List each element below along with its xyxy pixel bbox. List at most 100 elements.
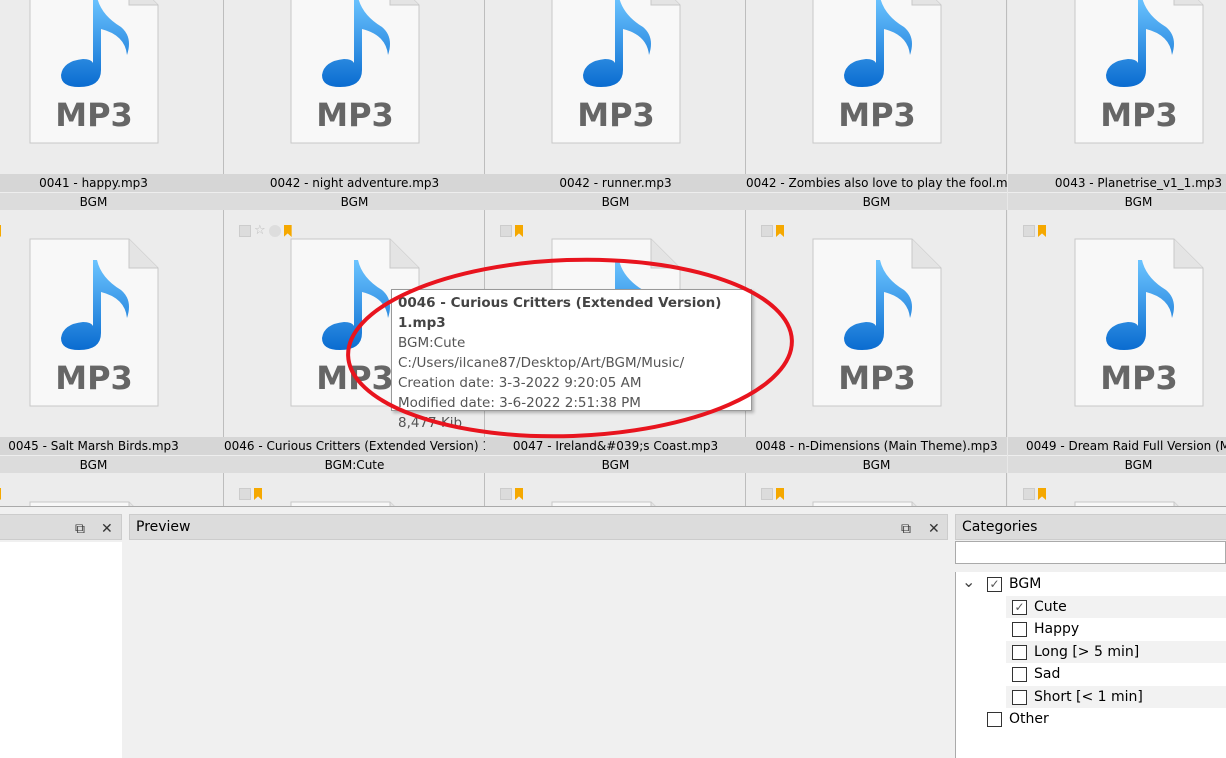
category-label: Cute [1034, 598, 1067, 615]
svg-text:MP3: MP3 [55, 359, 133, 397]
bookmark-icon[interactable] [776, 488, 784, 500]
svg-text:MP3: MP3 [1100, 96, 1178, 134]
file-category: BGM [224, 192, 485, 210]
preview-panel-header: Preview ⧉ ✕ [129, 514, 948, 540]
tooltip-path: C:/Users/ilcane87/Desktop/Art/BGM/Music/ [398, 355, 685, 371]
svg-text:MP3: MP3 [577, 96, 655, 134]
category-item[interactable]: ✓ BGM [956, 573, 1186, 595]
select-checkbox[interactable] [761, 488, 773, 500]
category-item[interactable]: Other [956, 708, 1186, 730]
tile-badges [761, 225, 784, 237]
select-checkbox[interactable] [500, 225, 512, 237]
category-tree[interactable]: ⌄ ✓ BGM ✓ Cute Happy Long [> 5 min] Sad Short [<… [955, 572, 1226, 758]
tile-badges [500, 225, 523, 237]
color-label-icon[interactable] [268, 225, 281, 237]
file-tile[interactable]: MP3 [0, 473, 224, 506]
categories-title: Categories [962, 519, 1038, 535]
file-name: 0048 - n-Dimensions (Main Theme).mp3 [746, 437, 1007, 455]
bookmark-icon[interactable] [515, 488, 523, 500]
checkbox[interactable] [1012, 644, 1027, 660]
file-tile[interactable]: MP3 0045 - Salt Marsh Birds.mp3 BGM [0, 210, 224, 473]
file-tile[interactable]: MP3 0042 - runner.mp3 BGM [485, 0, 746, 210]
file-tooltip: 0046 - Curious Critters (Extended Versio… [391, 289, 752, 431]
close-icon[interactable]: ✕ [928, 517, 940, 541]
file-tile[interactable]: MP3 [1008, 473, 1226, 506]
category-label: Short [< 1 min] [1034, 688, 1143, 705]
bookmark-icon[interactable] [776, 225, 784, 237]
tile-badges: ☆ [239, 224, 292, 237]
checkbox[interactable] [987, 712, 1002, 727]
mp3-file-icon: MP3 [290, 501, 420, 506]
checkbox-checked[interactable]: ✓ [1012, 599, 1027, 615]
file-tile[interactable]: MP3 0043 - Planetrise_v1_1.mp3 BGM [1008, 0, 1226, 210]
mp3-file-icon: MP3 [812, 501, 942, 506]
float-icon[interactable]: ⧉ [901, 517, 911, 541]
tile-badges [239, 488, 262, 500]
file-name: 0042 - Zombies also love to play the foo… [746, 174, 1007, 192]
file-category: BGM [1008, 455, 1226, 473]
tooltip-modified: Modified date: 3-6-2022 2:51:38 PM [398, 395, 641, 411]
select-checkbox[interactable] [1023, 225, 1035, 237]
mp3-file-icon: MP3 [290, 0, 420, 144]
file-tile[interactable]: MP3 [224, 473, 485, 506]
left-panel-header: ⧉ ✕ [0, 514, 122, 540]
checkbox[interactable] [1012, 622, 1027, 637]
select-checkbox[interactable] [239, 225, 251, 237]
file-name: 0047 - Ireland&#039;s Coast.mp3 [485, 437, 746, 455]
category-item[interactable]: Happy [1006, 618, 1226, 640]
file-tile[interactable]: MP3 0048 - n-Dimensions (Main Theme).mp3 B… [746, 210, 1007, 473]
category-item[interactable]: Short [< 1 min] [1006, 685, 1226, 708]
file-tile[interactable]: MP3 [746, 473, 1007, 506]
select-checkbox[interactable] [1023, 488, 1035, 500]
category-item[interactable]: ✓ Cute [1006, 595, 1226, 618]
file-name: 0046 - Curious Critters (Extended Versio… [224, 437, 485, 455]
category-item[interactable]: Long [> 5 min] [1006, 640, 1226, 663]
select-checkbox[interactable] [761, 225, 773, 237]
file-name: 0045 - Salt Marsh Birds.mp3 [0, 437, 224, 455]
category-label: Happy [1034, 621, 1080, 637]
svg-text:MP3: MP3 [1100, 359, 1178, 397]
svg-text:MP3: MP3 [55, 96, 133, 134]
file-name: 0042 - night adventure.mp3 [224, 174, 485, 192]
file-tile[interactable]: MP3 0042 - Zombies also love to play the … [746, 0, 1007, 210]
category-label: Long [> 5 min] [1034, 643, 1140, 660]
mp3-file-icon: MP3 [812, 0, 942, 144]
float-icon[interactable]: ⧉ [75, 517, 85, 541]
mp3-file-icon: MP3 [29, 238, 159, 407]
checkbox[interactable] [1012, 667, 1027, 682]
tooltip-size: 8,477 Kib [398, 415, 463, 431]
bookmark-icon[interactable] [1038, 488, 1046, 500]
preview-title: Preview [136, 519, 191, 535]
bookmark-icon[interactable] [254, 488, 262, 500]
file-tile[interactable]: MP3 0041 - happy.mp3 BGM [0, 0, 224, 210]
file-category: BGM [0, 192, 224, 210]
bookmark-icon[interactable] [0, 225, 1, 237]
left-panel [0, 542, 122, 758]
select-checkbox[interactable] [500, 488, 512, 500]
bookmark-icon[interactable] [0, 488, 1, 500]
file-tile[interactable]: MP3 0049 - Dream Raid Full Version (MockB… [1008, 210, 1226, 473]
bookmark-icon[interactable] [1038, 225, 1046, 237]
preview-panel [129, 540, 948, 758]
svg-text:MP3: MP3 [838, 96, 916, 134]
mp3-file-icon: MP3 [551, 0, 681, 144]
file-category: BGM [485, 455, 746, 473]
file-tile[interactable]: MP3 0042 - night adventure.mp3 BGM [224, 0, 485, 210]
mp3-file-icon: MP3 [1074, 0, 1204, 144]
mp3-file-icon: MP3 [29, 0, 159, 144]
mp3-file-icon: MP3 [551, 501, 681, 506]
file-tile[interactable]: MP3 [485, 473, 746, 506]
file-category: BGM [485, 192, 746, 210]
bookmark-icon[interactable] [283, 225, 292, 237]
close-icon[interactable]: ✕ [101, 517, 113, 541]
tile-badges [761, 488, 784, 500]
category-item[interactable]: Sad [1006, 663, 1226, 685]
category-search-input[interactable] [955, 541, 1226, 564]
checkbox[interactable] [1012, 689, 1027, 705]
file-name: 0049 - Dream Raid Full Version (Mock [1008, 437, 1226, 455]
bookmark-icon[interactable] [515, 225, 523, 237]
tooltip-created: Creation date: 3-3-2022 9:20:05 AM [398, 375, 642, 391]
checkbox-checked[interactable]: ✓ [987, 577, 1002, 592]
select-checkbox[interactable] [239, 488, 251, 500]
rating-star-icon[interactable]: ☆ [254, 224, 266, 237]
